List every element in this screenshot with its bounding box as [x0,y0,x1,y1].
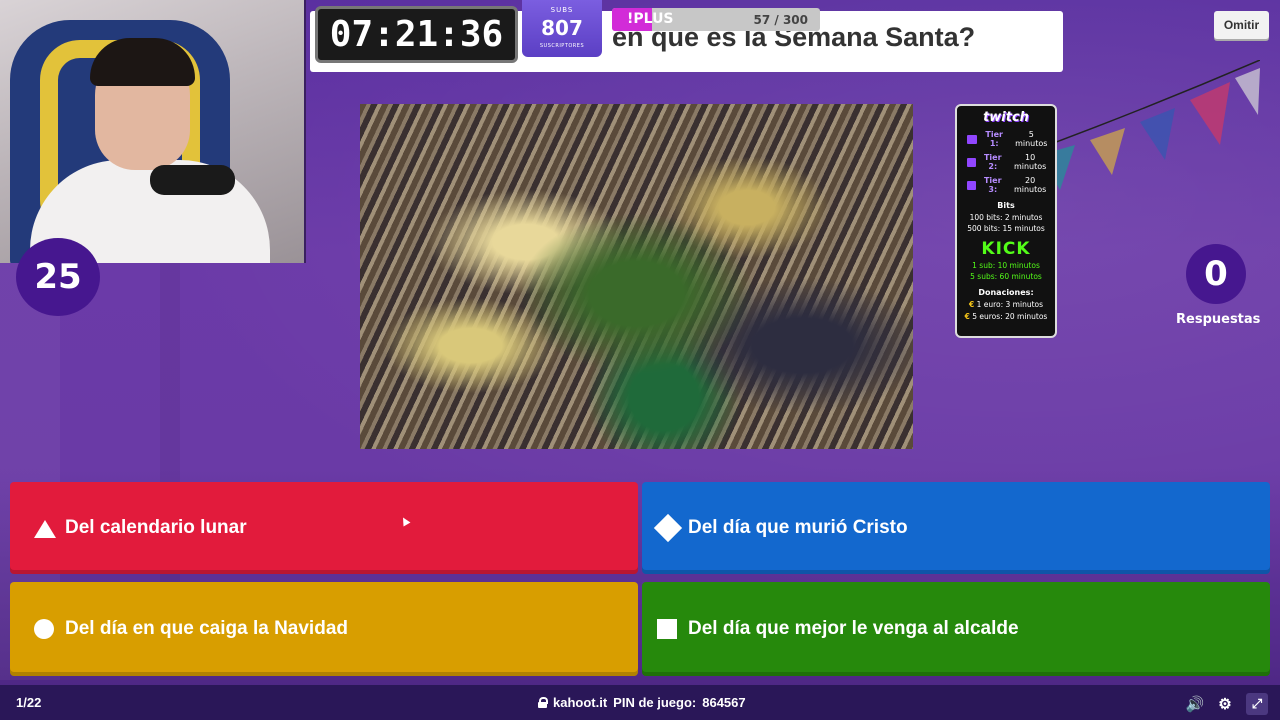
answer-label: Del calendario lunar [65,517,247,538]
tier-name: Tier 1: [985,130,1003,148]
footer-bar: 1/22 kahoot.it PIN de juego: 864567 🔊 ⚙ … [0,685,1280,720]
answers-count: 0 [1186,244,1246,304]
lock-icon [538,697,548,708]
site-name: kahoot.it [553,695,608,710]
skip-button[interactable]: Omitir [1214,11,1269,39]
plus-progress-bar: !PLUS 57 / 300 [612,8,820,31]
euro-icon: € [964,312,970,321]
answer-option-diamond[interactable]: Del día que murió Cristo [642,482,1270,574]
bits-title: Bits [997,201,1015,210]
donation-row: € 1 euro: 3 minutos [961,300,1051,309]
twitch-icon [967,180,977,190]
pin-label: PIN de juego: [613,695,697,710]
diamond-icon [653,513,683,543]
donation-text: 5 euros: 20 minutos [972,312,1048,321]
game-pin-info: kahoot.it PIN de juego: 864567 [538,695,746,710]
tier-name: Tier 2: [983,153,1002,171]
answer-option-square[interactable]: Del día que mejor le venga al alcalde [642,582,1270,676]
tier-name: Tier 3: [983,176,1002,194]
answer-label: Del día en que caiga la Navidad [65,618,348,639]
tier-row: Tier 1: 5 minutos [967,130,1051,148]
donation-text: 1 euro: 3 minutos [976,300,1044,309]
twitch-logo: twitch [983,110,1029,125]
kick-logo: KICK [981,239,1031,259]
pin-value: 864567 [702,695,746,710]
circle-icon [34,619,54,639]
question-image-procession [360,104,913,449]
subs-count: 807 [541,16,583,40]
bits-row: 500 bits: 15 minutos [967,224,1045,233]
tier-value: 20 minutos [1013,176,1047,194]
answer-label: Del día que murió Cristo [688,517,908,538]
question-index: 1/22 [16,695,42,710]
twitch-panel: twitch Tier 1: 5 minutos Tier 2: 10 minu… [955,104,1057,338]
square-icon [657,619,677,639]
twitch-icon [967,134,977,144]
answers-label: Respuestas [1176,312,1261,327]
answer-option-triangle[interactable]: Del calendario lunar [10,482,638,574]
bits-row: 100 bits: 2 minutos [969,213,1043,222]
donations-title: Donaciones: [978,288,1034,297]
tier-row: Tier 3: 20 minutos [967,176,1051,194]
euro-icon: € [968,300,975,309]
settings-icon[interactable]: ⚙ [1216,695,1234,713]
plus-label: !PLUS [627,11,674,27]
subs-counter: SUBS 807 SUSCRIPTORES [522,0,602,57]
answer-label: Del día que mejor le venga al alcalde [688,618,1019,639]
footer-controls: 🔊 ⚙ ⤢ [1186,693,1268,715]
subs-label: SUBS [550,6,574,14]
tier-row: Tier 2: 10 minutos [967,153,1051,171]
subs-sublabel: SUSCRIPTORES [539,43,585,49]
tier-value: 10 minutos [1013,153,1047,171]
kick-row: 1 sub: 10 minutos [972,261,1040,270]
microphone [150,165,235,195]
exit-fullscreen-icon[interactable]: ⤢ [1246,693,1268,715]
tier-value: 5 minutos [1015,130,1048,148]
stream-timer: 07:21:36 [315,6,518,63]
donation-row: € 5 euros: 20 minutos [961,312,1051,321]
volume-icon[interactable]: 🔊 [1186,695,1205,713]
countdown-timer: 25 [16,238,100,316]
plus-count: 57 / 300 [753,13,809,27]
twitch-icon [967,157,977,167]
kick-row: 5 subs: 60 minutos [970,272,1042,281]
answer-option-circle[interactable]: Del día en que caiga la Navidad [10,582,638,676]
triangle-icon [34,518,56,538]
webcam-feed [0,0,306,263]
